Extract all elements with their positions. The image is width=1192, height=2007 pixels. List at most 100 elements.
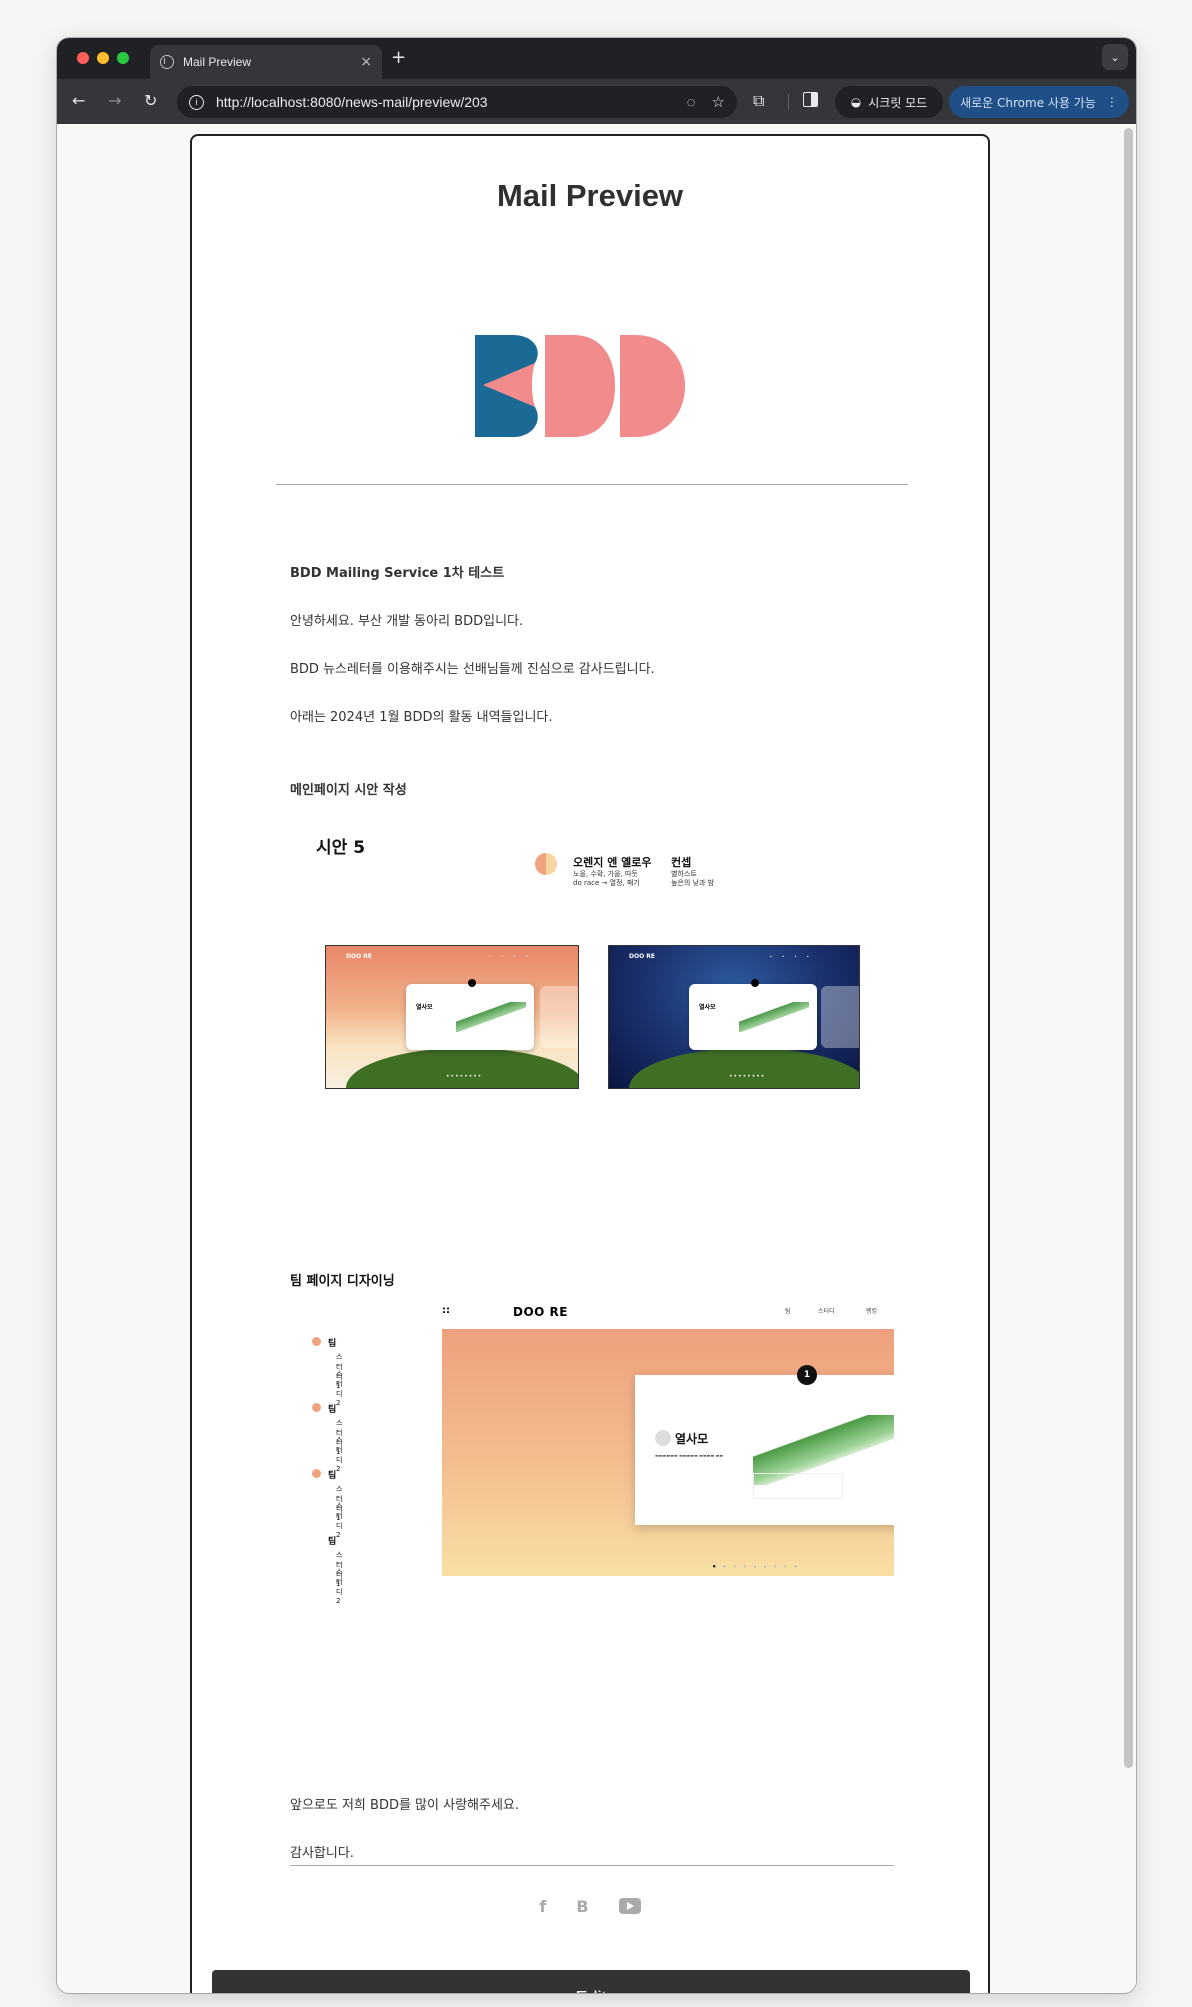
section-title-main-page: 메인페이지 시안 작성 xyxy=(290,783,407,798)
legend-concept-color: 오렌지 엔 옐로우 노을, 수확, 가을, 따듯 do race → 열정, 패… xyxy=(573,854,683,888)
address-bar[interactable]: i http://localhost:8080/news-mail/previe… xyxy=(177,86,737,118)
youtube-icon[interactable] xyxy=(618,1898,641,1914)
extensions-icon[interactable]: ⧉ xyxy=(753,91,764,111)
team-dot-icon xyxy=(312,1469,321,1478)
team-label: 팀 xyxy=(328,1405,337,1415)
team-page-logo: DOO RE xyxy=(513,1305,568,1319)
mail-intro: 아래는 2024년 1월 BDD의 활동 내역들입니다. xyxy=(290,710,553,725)
more-menu-icon[interactable]: ⋮ xyxy=(1106,95,1118,109)
new-tab-button[interactable]: + xyxy=(391,47,406,68)
legend-color-line2: do race → 열정, 패기 xyxy=(573,879,640,887)
edit-button[interactable]: Edit xyxy=(212,1970,970,1993)
shot-card-title: 열사모 xyxy=(416,1004,433,1011)
globe-icon xyxy=(160,55,174,69)
mail-heading: BDD Mailing Service 1차 테스트 xyxy=(290,566,505,581)
tab-mail-preview[interactable]: Mail Preview × xyxy=(150,45,382,79)
tab-title: Mail Preview xyxy=(183,55,252,69)
team-dot-icon xyxy=(312,1337,321,1346)
minimize-window-button[interactable] xyxy=(97,52,109,64)
team-page-nav-study: 스터디 xyxy=(818,1308,835,1315)
shot-pagination: •••••••• xyxy=(446,1073,483,1080)
team-page-nav-team: 팀 xyxy=(785,1308,791,1315)
legend-concept: 컨셉 별하스트 높은의 낮과 밤 xyxy=(671,854,751,888)
shot-hill xyxy=(346,1048,578,1088)
draft-screenshot-day: DOO RE •••• 열사모 •••••••• xyxy=(325,945,579,1089)
shot-nav: •••• xyxy=(769,954,819,959)
logo-letter-d1 xyxy=(545,335,615,437)
legend-concept-line2: 높은의 낮과 밤 xyxy=(671,879,715,887)
study-label: 스터디2 xyxy=(336,1568,343,1605)
page-title: Mail Preview xyxy=(496,178,684,213)
close-window-button[interactable] xyxy=(77,52,89,64)
facebook-icon[interactable]: f xyxy=(539,1897,546,1916)
team-label: 팀 xyxy=(328,1537,337,1547)
team-card-description: ▬▬▬▬▬▬ ▬▬▬▬▬ ▬▬▬▬ ▬▬ xyxy=(655,1453,724,1458)
draft-screenshot-night: DOO RE •••• 열사모 •••••••• xyxy=(608,945,860,1089)
browser-toolbar: ← → ↻ i http://localhost:8080/news-mail/… xyxy=(57,79,1136,124)
legend-color-line1: 노을, 수확, 가을, 따듯 xyxy=(573,870,638,878)
blog-icon[interactable]: B xyxy=(576,1897,588,1916)
back-arrow-icon[interactable]: ← xyxy=(72,91,85,110)
shot-logo: DOO RE xyxy=(346,953,372,960)
social-links: f B xyxy=(192,1897,988,1916)
toolbar-divider xyxy=(788,94,789,110)
shot-hill xyxy=(629,1048,859,1088)
page-viewport: Mail Preview BDD Mailing Service 1차 테스트 … xyxy=(57,124,1136,1993)
section-title-team-page: 팀 페이지 디자이닝 xyxy=(290,1274,395,1289)
eye-off-icon[interactable]: ◌ xyxy=(687,94,696,111)
shot-card-title: 열사모 xyxy=(699,1004,716,1011)
study-label: 스터디2 xyxy=(336,1502,343,1539)
team-page-topbar: :: DOO RE 팀 스터디 랭킹 xyxy=(442,1297,894,1327)
shot-card: 열사모 xyxy=(406,984,534,1050)
legend-concept-line1: 별하스트 xyxy=(671,870,697,878)
incognito-label: 시크릿 모드 xyxy=(868,95,928,110)
header-divider xyxy=(276,484,908,485)
update-label: 새로운 Chrome 사용 가능 xyxy=(960,95,1096,110)
forward-arrow-icon[interactable]: → xyxy=(108,91,121,110)
menu-dots-icon: :: xyxy=(442,1305,450,1316)
footer-divider xyxy=(290,1865,894,1866)
mail-closing: 앞으로도 저희 BDD를 많이 사랑해주세요. xyxy=(290,1798,520,1813)
maximize-window-button[interactable] xyxy=(117,52,129,64)
bdd-logo xyxy=(475,335,685,437)
reload-icon[interactable]: ↻ xyxy=(144,91,157,110)
team-dot-icon xyxy=(312,1403,321,1412)
url-text[interactable]: http://localhost:8080/news-mail/preview/… xyxy=(216,94,671,110)
chrome-update-button[interactable]: 새로운 Chrome 사용 가능 ⋮ xyxy=(949,86,1129,118)
team-card-stats xyxy=(753,1473,843,1499)
side-panel-icon[interactable] xyxy=(803,92,818,107)
tab-close-icon[interactable]: × xyxy=(360,54,372,70)
tab-search-button[interactable]: ⌄ xyxy=(1102,44,1128,70)
shot-nav: •••• xyxy=(488,954,538,959)
team-page-pagination: ••••••••• xyxy=(712,1563,804,1571)
browser-window: Mail Preview × + ⌄ ← → ↻ i http://localh… xyxy=(57,38,1136,1993)
tab-bar: Mail Preview × + ⌄ xyxy=(57,38,1136,79)
shot-card-image xyxy=(456,1002,526,1032)
study-label: 스터디2 xyxy=(336,1436,343,1473)
window-controls xyxy=(77,52,129,64)
mail-preview-card: Mail Preview BDD Mailing Service 1차 테스트 … xyxy=(190,134,990,1993)
legend-color-title: 오렌지 엔 옐로우 xyxy=(573,856,652,869)
shot-card-image xyxy=(739,1002,809,1032)
scrollbar[interactable] xyxy=(1124,128,1133,1768)
team-page-nav-ranking: 랭킹 xyxy=(866,1308,878,1315)
shot-card: 열사모 xyxy=(689,984,817,1050)
logo-letter-d2 xyxy=(620,335,685,437)
team-label: 팀 xyxy=(328,1339,337,1349)
shot-side-card xyxy=(540,986,578,1048)
study-label: 스터디2 xyxy=(336,1370,343,1407)
shot-badge xyxy=(751,979,759,987)
mail-signoff: 감사합니다. xyxy=(290,1846,354,1861)
star-icon[interactable]: ☆ xyxy=(712,93,725,111)
incognito-indicator[interactable]: ◒ 시크릿 모드 xyxy=(835,86,943,118)
incognito-icon: ◒ xyxy=(850,95,862,109)
team-label: 팀 xyxy=(328,1471,337,1481)
site-info-icon[interactable]: i xyxy=(189,94,204,110)
team-page-hero: 열사모 ▬▬▬▬▬▬ ▬▬▬▬▬ ▬▬▬▬ ▬▬ 1 xyxy=(442,1329,894,1576)
mail-thanks: BDD 뉴스레터를 이용해주시는 선배님들께 진심으로 감사드립니다. xyxy=(290,662,655,677)
draft-title: 시안 5 xyxy=(316,838,366,858)
shot-badge xyxy=(468,979,476,987)
legend-concept-title: 컨셉 xyxy=(671,856,692,869)
team-card-title: 열사모 xyxy=(675,1432,709,1446)
shot-pagination: •••••••• xyxy=(729,1073,766,1080)
